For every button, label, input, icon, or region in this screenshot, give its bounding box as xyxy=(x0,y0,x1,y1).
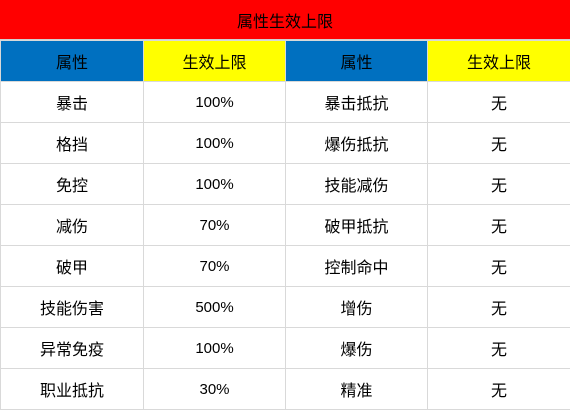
limit-cell: 无 xyxy=(427,368,570,410)
limit-cell: 100% xyxy=(143,327,286,369)
attribute-cell: 破甲 xyxy=(0,245,144,287)
limit-cell: 无 xyxy=(427,327,570,369)
limit-cell: 无 xyxy=(427,245,570,287)
attribute-cell: 异常免疫 xyxy=(0,327,144,369)
attribute-cell: 破甲抵抗 xyxy=(285,204,428,246)
attribute-cell: 爆伤抵抗 xyxy=(285,122,428,164)
attribute-cell: 免控 xyxy=(0,163,144,205)
attribute-cell: 爆伤 xyxy=(285,327,428,369)
limit-cell: 100% xyxy=(143,122,286,164)
table-row: 格挡 100% 爆伤抵抗 无 xyxy=(0,122,570,164)
header-limit-right: 生效上限 xyxy=(427,40,570,82)
table-row: 异常免疫 100% 爆伤 无 xyxy=(0,327,570,369)
attribute-cell: 增伤 xyxy=(285,286,428,328)
limit-cell: 500% xyxy=(143,286,286,328)
table-row: 减伤 70% 破甲抵抗 无 xyxy=(0,204,570,246)
attribute-limit-table: 属性 生效上限 属性 生效上限 暴击 100% 暴击抵抗 无 格挡 100% 爆… xyxy=(0,40,570,410)
limit-cell: 无 xyxy=(427,81,570,123)
attribute-cell: 减伤 xyxy=(0,204,144,246)
attribute-cell: 格挡 xyxy=(0,122,144,164)
attribute-cell: 精准 xyxy=(285,368,428,410)
limit-cell: 无 xyxy=(427,122,570,164)
header-attribute-right: 属性 xyxy=(285,40,428,82)
limit-cell: 100% xyxy=(143,163,286,205)
table-row: 免控 100% 技能减伤 无 xyxy=(0,163,570,205)
table-row: 暴击 100% 暴击抵抗 无 xyxy=(0,81,570,123)
limit-cell: 无 xyxy=(427,163,570,205)
table-row: 破甲 70% 控制命中 无 xyxy=(0,245,570,287)
attribute-cell: 技能减伤 xyxy=(285,163,428,205)
limit-cell: 70% xyxy=(143,245,286,287)
attribute-cell: 技能伤害 xyxy=(0,286,144,328)
table-row: 技能伤害 500% 增伤 无 xyxy=(0,286,570,328)
table-row: 职业抵抗 30% 精准 无 xyxy=(0,368,570,410)
attribute-cell: 控制命中 xyxy=(285,245,428,287)
limit-cell: 70% xyxy=(143,204,286,246)
attribute-cell: 职业抵抗 xyxy=(0,368,144,410)
header-row: 属性 生效上限 属性 生效上限 xyxy=(0,40,570,82)
limit-cell: 无 xyxy=(427,204,570,246)
limit-cell: 30% xyxy=(143,368,286,410)
attribute-limit-sheet: 属性生效上限 属性 生效上限 属性 生效上限 暴击 100% 暴击抵抗 无 格挡… xyxy=(0,0,570,410)
limit-cell: 无 xyxy=(427,286,570,328)
limit-cell: 100% xyxy=(143,81,286,123)
table-title: 属性生效上限 xyxy=(0,0,570,40)
header-attribute-left: 属性 xyxy=(0,40,144,82)
attribute-cell: 暴击 xyxy=(0,81,144,123)
attribute-cell: 暴击抵抗 xyxy=(285,81,428,123)
header-limit-left: 生效上限 xyxy=(143,40,286,82)
